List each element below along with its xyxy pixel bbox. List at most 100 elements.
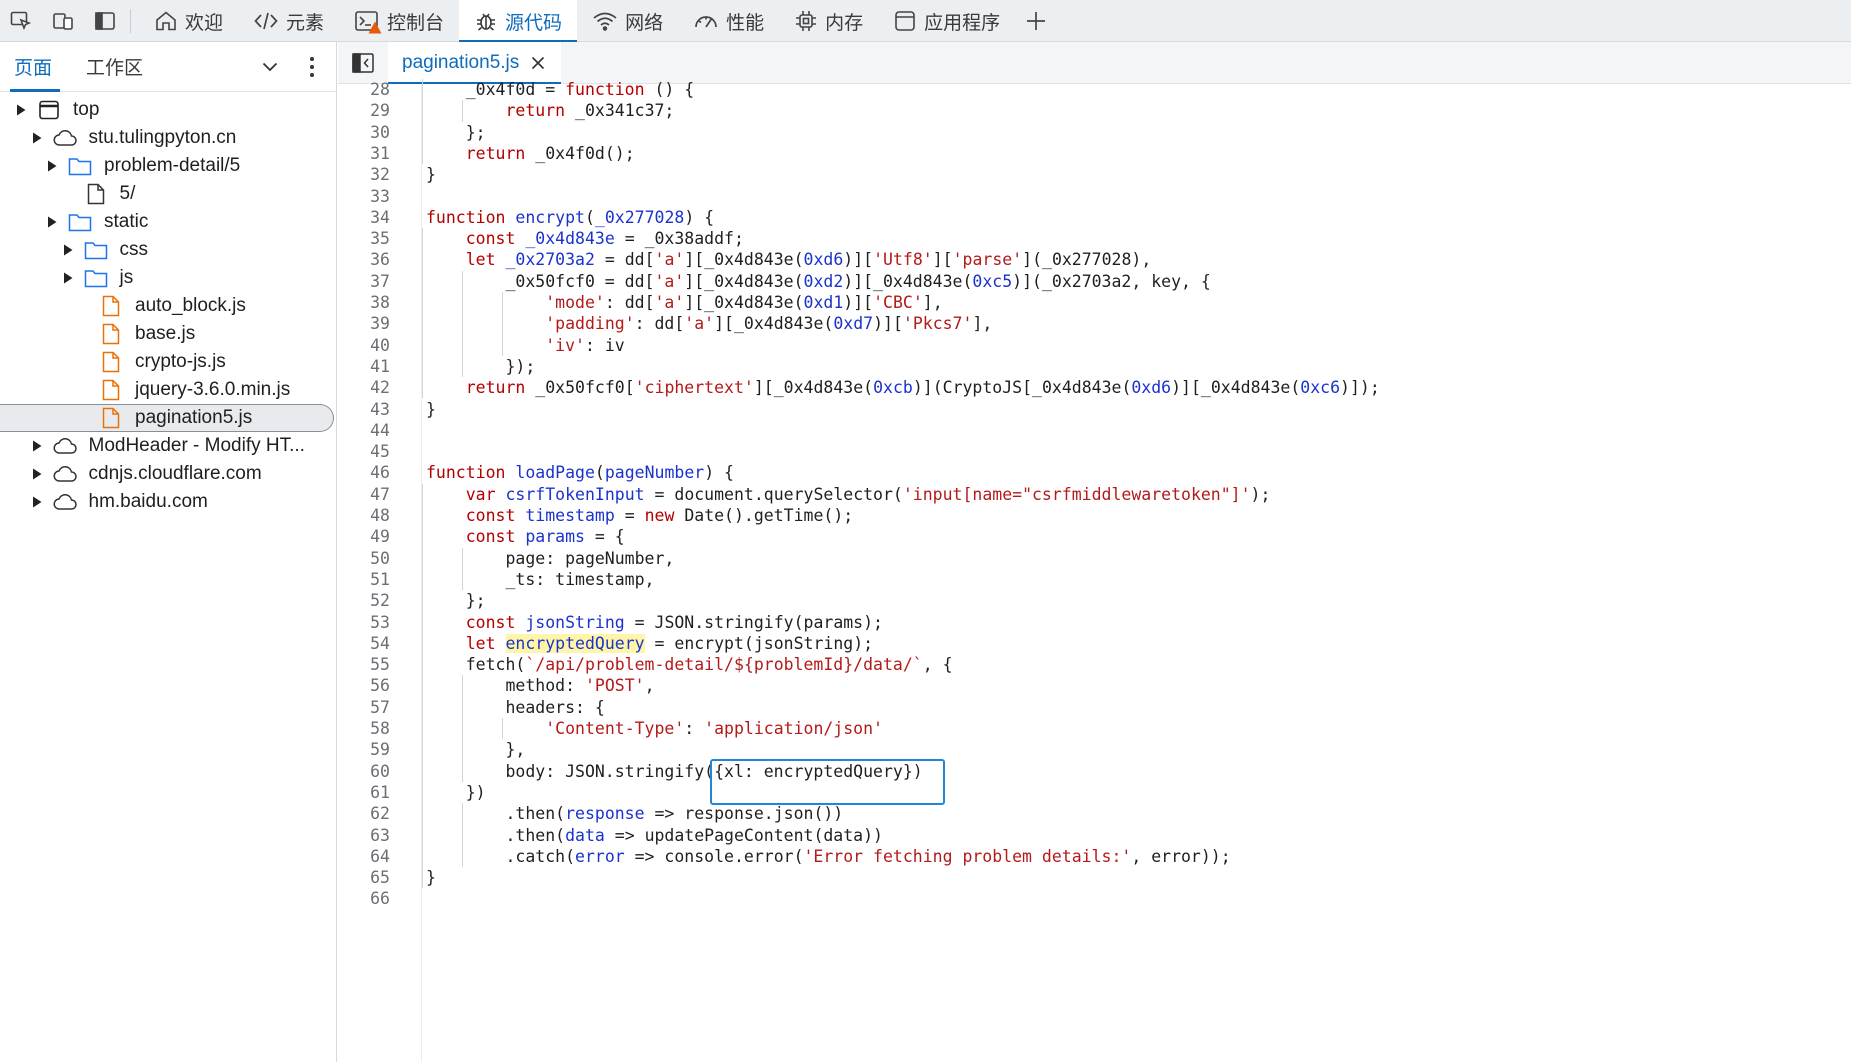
line-number[interactable]: 51 [338,569,390,590]
line-number[interactable]: 58 [338,718,390,739]
line-number[interactable]: 30 [338,122,390,143]
line-number[interactable]: 63 [338,825,390,846]
disclosure-triangle-icon[interactable] [30,131,44,145]
line-number[interactable]: 57 [338,697,390,718]
disclosure-triangle-icon[interactable] [30,495,44,509]
line-number[interactable]: 66 [338,888,390,909]
cloud-icon [52,461,78,487]
app-window-icon [895,11,915,31]
tab-application-label: 应用程序 [924,12,1001,34]
tree-item[interactable]: pagination5.js [0,404,334,432]
tree-item[interactable]: jquery-3.6.0.min.js [0,376,330,404]
line-number[interactable]: 32 [338,164,390,185]
code-line: let _0x2703a2 = dd['a'][_0x4d843e(0xd6)]… [465,250,1152,270]
line-number[interactable]: 55 [338,654,390,675]
inspect-element-icon[interactable] [0,0,42,42]
line-number[interactable]: 28 [338,79,390,100]
line-number[interactable]: 35 [338,228,390,249]
code-editor[interactable]: 28 29 30 31 32 33 34 35 36 37 38 39 40 41 42 43 44 45 46 47… [338,79,1851,1062]
tree-item[interactable]: auto_block.js [0,292,330,320]
tree-item[interactable]: static [0,208,330,236]
tree-item[interactable]: 5/ [0,180,330,208]
open-file-tab[interactable]: pagination5.js [388,41,562,85]
line-number[interactable]: 41 [338,356,390,377]
disclosure-triangle-icon[interactable] [30,439,44,453]
tab-elements[interactable]: 元素 [238,0,339,42]
chevron-down-icon[interactable] [258,55,282,79]
add-tool-button[interactable] [1015,0,1057,42]
line-number[interactable]: 64 [338,846,390,867]
tree-item[interactable]: crypto-js.js [0,348,330,376]
tab-network[interactable]: 网络 [577,0,678,42]
tab-workspace[interactable]: 工作区 [82,42,157,92]
tree-item[interactable]: css [0,236,330,264]
line-number[interactable]: 49 [338,526,390,547]
line-number[interactable]: 48 [338,505,390,526]
line-number[interactable]: 31 [338,143,390,164]
tree-item[interactable]: cdnjs.cloudflare.com [0,460,330,488]
line-number[interactable]: 50 [338,548,390,569]
disclosure-triangle-icon[interactable] [30,467,44,481]
folder-icon [83,237,109,263]
tree-item[interactable]: js [0,264,330,292]
editor-tab-strip: pagination5.js [338,41,1851,85]
tab-sources[interactable]: 源代码 [459,0,578,43]
close-icon[interactable] [529,54,547,72]
line-number[interactable]: 52 [338,590,390,611]
line-number[interactable]: 37 [338,271,390,292]
device-emulation-icon[interactable] [42,0,84,42]
line-number[interactable]: 46 [338,462,390,483]
line-number[interactable]: 43 [338,399,390,420]
disclosure-triangle-icon[interactable] [45,215,59,229]
toggle-navigator-icon[interactable] [338,42,388,84]
cloud-icon [52,433,78,459]
line-number[interactable]: 34 [338,207,390,228]
code-line: } [426,399,436,419]
line-number[interactable]: 36 [338,249,390,270]
line-number[interactable]: 42 [338,377,390,398]
indent-guide [462,547,464,591]
line-number[interactable]: 59 [338,739,390,760]
line-number[interactable]: 29 [338,100,390,121]
line-number[interactable]: 61 [338,782,390,803]
tree-item[interactable]: stu.tulingpyton.cn [0,124,330,152]
disclosure-triangle-icon[interactable] [61,271,75,285]
line-number[interactable]: 39 [338,313,390,334]
tab-page[interactable]: 页面 [10,42,66,92]
tree-item[interactable]: hm.baidu.com [0,488,330,516]
line-number[interactable]: 45 [338,441,390,462]
line-number-gutter: 28 29 30 31 32 33 34 35 36 37 38 39 40 41 42 43 44 45 46 47… [338,80,422,1062]
folder-icon [83,265,109,291]
code-line: }; [426,591,486,611]
disclosure-triangle-icon[interactable] [61,243,75,257]
line-number[interactable]: 33 [338,186,390,207]
tree-item[interactable]: problem-detail/5 [0,152,330,180]
tab-performance[interactable]: 性能 [678,0,779,42]
disclosure-triangle-icon[interactable] [45,159,59,173]
tab-application[interactable]: 应用程序 [878,0,1015,42]
more-options-icon[interactable] [300,53,324,81]
tree-item-label: cdnjs.cloudflare.com [88,463,262,484]
tab-console[interactable]: 控制台 [339,0,459,42]
line-number[interactable]: 60 [338,761,390,782]
tree-item[interactable]: top [0,96,330,124]
disclosure-triangle-icon[interactable] [14,103,28,117]
tab-welcome[interactable]: 欢迎 [139,0,238,42]
line-number[interactable]: 54 [338,633,390,654]
line-number[interactable]: 44 [338,420,390,441]
code-line: .then(response => response.json()) [426,804,844,824]
tree-item[interactable]: base.js [0,320,330,348]
tab-memory[interactable]: 内存 [779,0,878,42]
tab-console-label: 控制台 [387,12,445,34]
line-number[interactable]: 56 [338,675,390,696]
indent-guide [422,483,423,889]
line-number[interactable]: 40 [338,335,390,356]
line-number[interactable]: 65 [338,867,390,888]
line-number[interactable]: 47 [338,484,390,505]
code-line: return _0x4f0d(); [465,143,635,163]
line-number[interactable]: 62 [338,803,390,824]
tree-item[interactable]: ModHeader - Modify HT... [0,432,330,460]
line-number[interactable]: 53 [338,612,390,633]
dock-sidebar-icon[interactable] [84,0,126,42]
line-number[interactable]: 38 [338,292,390,313]
